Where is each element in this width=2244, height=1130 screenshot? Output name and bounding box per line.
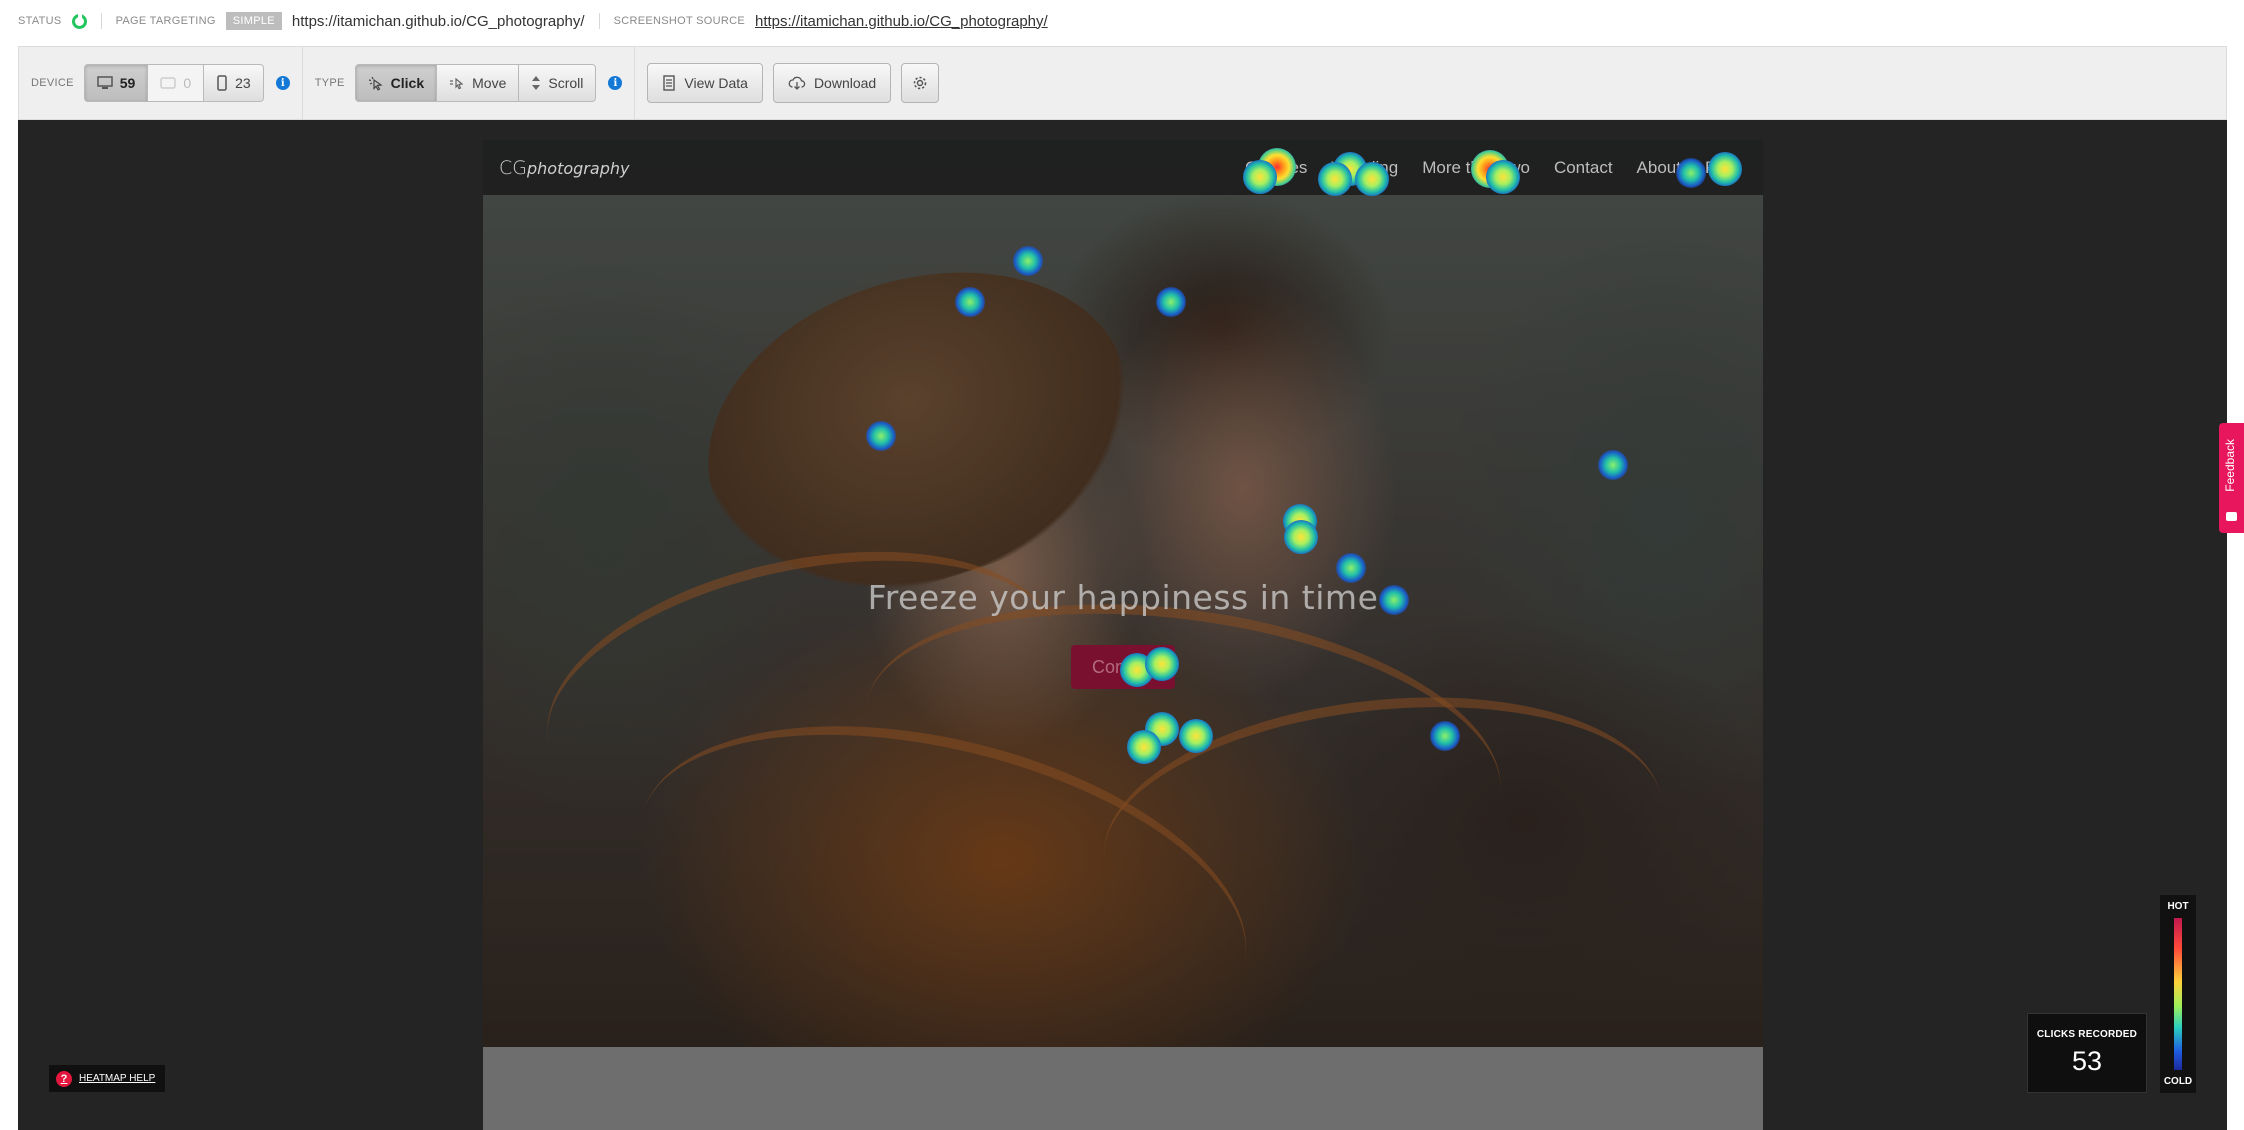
device-label: DEVICE [31,77,74,89]
move-icon [450,77,464,90]
heatmap-canvas: CGphotography Couples Wedding More than … [18,120,2227,1130]
device-info-icon[interactable]: i [275,76,290,90]
settings-button[interactable] [901,63,940,103]
type-click-button[interactable]: Click [354,64,438,102]
status-active-icon [71,13,87,29]
chat-icon [2226,512,2237,521]
device-selector: 59 0 23 [83,64,264,102]
gear-icon [913,76,927,90]
screenshot-source-label: SCREENSHOT SOURCE [613,15,745,27]
nav-about[interactable]: About [1637,158,1681,178]
site-logo[interactable]: CGphotography [499,157,629,179]
status-bar: STATUS PAGE TARGETING SIMPLE https://ita… [0,0,2244,42]
nav-couples[interactable]: Couples [1245,158,1307,178]
page-targeting-label: PAGE TARGETING [115,15,216,27]
hair-strand [846,566,1520,934]
feedback-tab[interactable]: Feedback [2219,423,2244,533]
hat-shape [667,220,1169,640]
scroll-icon [532,76,541,90]
help-icon: ? [56,1070,72,1087]
nav-contact[interactable]: Contact [1554,158,1613,178]
heatmap-help-link[interactable]: ? HEATMAP HELP [49,1065,166,1092]
hair-strand [605,669,1281,1047]
hair-strand [1090,671,1676,989]
below-fold-area [483,1047,1763,1130]
actions-group: View Data Download [635,47,961,119]
type-info-icon[interactable]: i [608,76,623,90]
feedback-label: Feedback [2223,439,2237,492]
clicks-recorded-label: CLICKS RECORDED [2036,1029,2138,1040]
download-label: Download [813,75,877,91]
device-phone-button[interactable]: 23 [204,64,264,102]
hero-contact-button[interactable]: Contact [1071,645,1175,689]
nav-faq[interactable]: FAQ [1705,158,1739,178]
device-desktop-button[interactable]: 59 [83,64,149,102]
divider [100,13,102,29]
desktop-count: 59 [119,75,136,91]
legend-hot-label: HOT [2167,901,2189,912]
site-screenshot: CGphotography Couples Wedding More than … [483,140,1763,1130]
tablet-icon [160,77,177,89]
site-navbar: CGphotography Couples Wedding More than … [483,140,1763,195]
heatmap-toolbar: DEVICE 59 0 23 i TYPE Click Move Scroll … [18,46,2227,120]
cloud-download-icon [788,76,806,90]
type-selector: Click Move Scroll [354,64,597,102]
download-button[interactable]: Download [772,63,892,103]
clicks-recorded-panel: CLICKS RECORDED 53 [2027,1013,2147,1093]
status-label: STATUS [18,15,62,27]
screenshot-source-link[interactable]: https://itamichan.github.io/CG_photograp… [755,13,1048,30]
type-scroll-button[interactable]: Scroll [519,64,597,102]
phone-count: 23 [235,75,251,91]
type-group: TYPE Click Move Scroll i [303,47,636,119]
heat-legend: HOT COLD [2160,895,2196,1093]
phone-icon [217,75,227,91]
view-data-label: View Data [684,75,748,91]
nav-more-than-two[interactable]: More than two [1422,158,1530,178]
desktop-icon [97,76,113,89]
scroll-label: Scroll [548,75,584,91]
move-label: Move [472,75,507,91]
divider [598,13,600,29]
page-url: https://itamichan.github.io/CG_photograp… [291,12,585,30]
targeting-mode-badge[interactable]: SIMPLE [225,12,282,30]
logo-italic: photography [527,158,630,178]
logo-main: CG [499,156,527,179]
device-tablet-button[interactable]: 0 [148,64,205,102]
nav-wedding[interactable]: Wedding [1331,158,1398,178]
tablet-count: 0 [183,75,192,91]
site-nav-links: Couples Wedding More than two Contact Ab… [1245,140,1739,195]
clicks-recorded-value: 53 [2071,1046,2103,1076]
device-group: DEVICE 59 0 23 i [19,47,303,119]
hero-headline: Freeze your happiness in time [867,578,1379,617]
click-icon [368,76,383,91]
legend-cold-label: COLD [2163,1076,2193,1087]
heatmap-help-label: HEATMAP HELP [79,1073,156,1084]
hair-strand [521,508,1085,872]
view-data-button[interactable]: View Data [647,63,763,103]
click-label: Click [390,75,425,91]
type-label: TYPE [314,77,345,89]
document-icon [663,75,676,91]
type-move-button[interactable]: Move [437,64,520,102]
legend-gradient-bar [2174,918,2182,1070]
